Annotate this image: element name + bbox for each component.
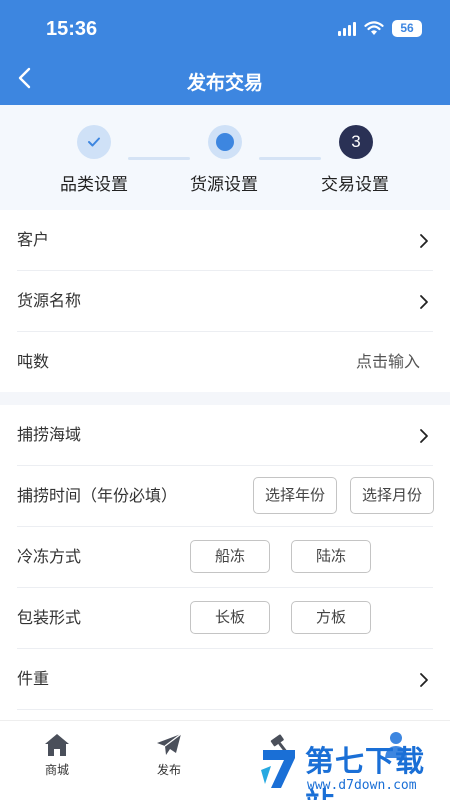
home-icon	[45, 734, 69, 756]
select-year-button[interactable]: 选择年份	[253, 477, 337, 514]
watermark-url: www.d7down.com	[307, 778, 417, 793]
tab-publish[interactable]: 发布	[139, 733, 199, 778]
goods-section: 客户 货源名称 吨数 点击输入	[0, 210, 450, 392]
packing-label: 包装形式	[17, 610, 82, 627]
freeze-method-row: 冷冻方式 船冻 陆冻	[17, 527, 433, 588]
chevron-right-icon	[420, 673, 428, 687]
step-1-label: 品类设置	[60, 175, 128, 194]
status-icons: 56	[338, 20, 422, 37]
goods-name-row[interactable]: 货源名称	[17, 271, 433, 332]
tab-mall[interactable]: 商城	[27, 733, 87, 778]
customer-row[interactable]: 客户	[17, 210, 433, 271]
piece-weight-label: 件重	[17, 671, 50, 688]
step-2-label: 货源设置	[190, 175, 258, 194]
step-3-label: 交易设置	[321, 175, 389, 194]
tab-mall-label: 商城	[44, 763, 69, 777]
chevron-right-icon	[420, 295, 428, 309]
trade-details-section: 捕捞海域 捕捞时间（年份必填） 选择年份 选择月份 冷冻方式 船冻 陆冻 包装形…	[0, 405, 450, 720]
chevron-right-icon	[420, 234, 428, 248]
packing-row: 包装形式 长板 方板	[17, 588, 433, 649]
watermark: 第七下载站 www.d7down.com	[253, 728, 450, 800]
piece-weight-row[interactable]: 件重	[17, 649, 433, 710]
packing-long-board-button[interactable]: 长板	[190, 601, 270, 634]
step-indicator: 3 品类设置 货源设置 交易设置	[0, 105, 450, 210]
tonnage-row: 吨数 点击输入	[17, 332, 433, 393]
watermark-logo-icon	[261, 750, 295, 788]
step-1-check-icon	[77, 125, 111, 159]
chevron-right-icon	[420, 429, 428, 443]
signal-icon	[338, 21, 356, 36]
page-title: 发布交易	[186, 73, 263, 94]
step-connector	[128, 157, 190, 160]
tab-publish-label: 发布	[156, 763, 181, 777]
fishing-time-label: 捕捞时间（年份必填）	[17, 488, 178, 505]
send-icon	[157, 733, 182, 755]
customer-label: 客户	[17, 232, 50, 249]
step-connector	[259, 157, 321, 160]
tonnage-input[interactable]: 点击输入	[356, 332, 420, 393]
tonnage-label: 吨数	[17, 354, 50, 371]
wifi-icon	[364, 21, 384, 35]
status-time: 15:36	[46, 18, 98, 40]
fishing-area-row[interactable]: 捕捞海域	[17, 405, 433, 466]
goods-name-label: 货源名称	[17, 293, 82, 310]
app-header: 15:36 56 发布交易	[0, 0, 450, 105]
packing-square-board-button[interactable]: 方板	[291, 601, 371, 634]
battery-icon: 56	[392, 20, 422, 37]
step-2-current-icon	[208, 125, 242, 159]
select-month-button[interactable]: 选择月份	[350, 477, 434, 514]
freeze-land-button[interactable]: 陆冻	[291, 540, 371, 573]
fishing-area-label: 捕捞海域	[17, 427, 82, 444]
freeze-ship-button[interactable]: 船冻	[190, 540, 270, 573]
fishing-time-row: 捕捞时间（年份必填） 选择年份 选择月份	[17, 466, 434, 527]
step-3-number: 3	[339, 125, 373, 159]
freeze-method-label: 冷冻方式	[17, 549, 82, 566]
